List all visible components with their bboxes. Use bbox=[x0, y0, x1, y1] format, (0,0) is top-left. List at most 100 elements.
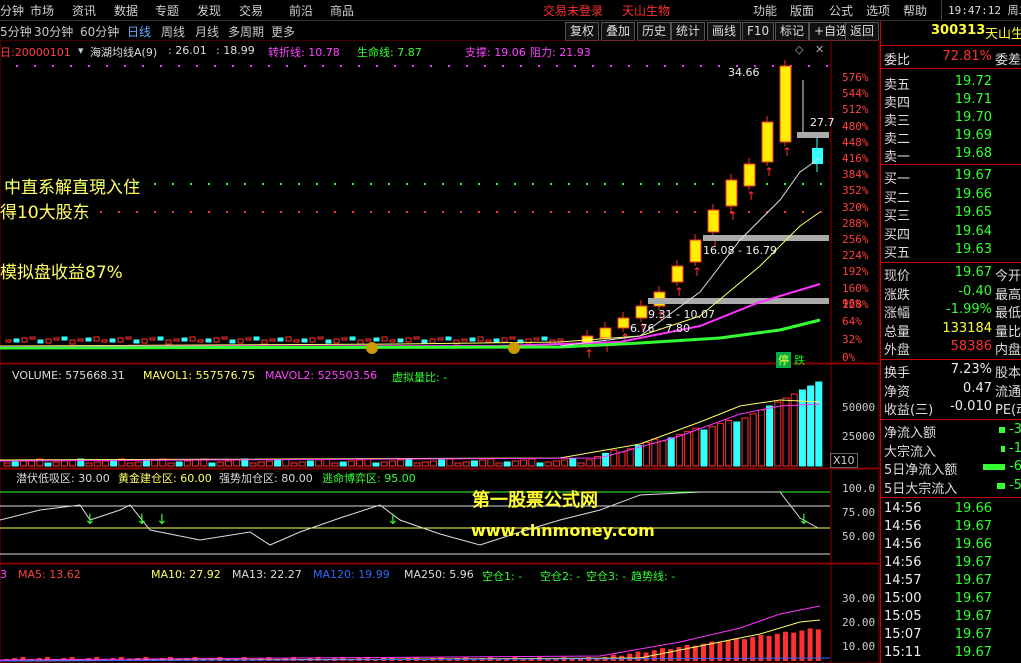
dot-red bbox=[388, 211, 390, 213]
stat-label: 涨跌 bbox=[884, 287, 911, 303]
period-more[interactable]: 更多 bbox=[271, 23, 295, 40]
dot-green bbox=[334, 183, 336, 185]
ma-ma120: MA120: 19.99 bbox=[313, 568, 390, 581]
menu-item-help[interactable]: 帮助 bbox=[903, 2, 927, 19]
volume-bar bbox=[134, 461, 142, 467]
dot-red bbox=[154, 211, 156, 213]
axis-label-512: 512% bbox=[842, 103, 869, 117]
volume-bar bbox=[741, 417, 749, 467]
fuquan-button[interactable]: 复权 bbox=[565, 22, 600, 41]
vol-axis-25000: 25000 bbox=[842, 430, 876, 443]
menu-item-market[interactable]: 市场 bbox=[30, 2, 54, 19]
menu-item-news[interactable]: 资讯 bbox=[72, 2, 96, 19]
menu-item-options[interactable]: 选项 bbox=[866, 2, 890, 19]
period-5min[interactable]: 5分钟 bbox=[0, 23, 32, 40]
menu-item-goods[interactable]: 商品 bbox=[330, 2, 354, 19]
menu-item-data[interactable]: 数据 bbox=[114, 2, 138, 19]
label-zone3: 6.76 - 7.80 bbox=[630, 322, 690, 335]
period-multi[interactable]: 多周期 bbox=[228, 23, 264, 40]
dot-red bbox=[316, 211, 318, 213]
bid-row[interactable]: 买四 19.64 bbox=[881, 224, 1021, 243]
candle-up bbox=[743, 163, 756, 187]
flow-row: 5日净流入额 -6 bbox=[881, 459, 1021, 478]
osc-l1: 潜伏低吸区: 30.00 bbox=[16, 472, 110, 485]
history-button[interactable]: 历史 bbox=[637, 22, 672, 41]
dot-red bbox=[784, 211, 786, 213]
period-monthly[interactable]: 月线 bbox=[195, 23, 219, 40]
draw-button[interactable]: 画线 bbox=[707, 22, 742, 41]
f10-button[interactable]: F10 bbox=[742, 22, 775, 41]
ask-row[interactable]: 卖三 19.70 bbox=[881, 110, 1021, 129]
ask-row[interactable]: 卖二 19.69 bbox=[881, 128, 1021, 147]
quote-code[interactable]: 300313 bbox=[931, 23, 985, 38]
ask-row[interactable]: 卖四 19.71 bbox=[881, 92, 1021, 111]
stats-button[interactable]: 统计 bbox=[671, 22, 706, 41]
volume-bar bbox=[487, 458, 495, 467]
period-weekly[interactable]: 周线 bbox=[161, 23, 185, 40]
period-60min[interactable]: 60分钟 bbox=[80, 23, 119, 40]
ask-row[interactable]: 卖一 19.68 bbox=[881, 146, 1021, 165]
period-daily[interactable]: 日线 bbox=[127, 23, 151, 40]
mark-button[interactable]: 标记 bbox=[775, 22, 810, 41]
ind-v1: : 26.01 bbox=[168, 44, 207, 57]
ind-name[interactable]: 海湖均线A(9) bbox=[90, 44, 157, 60]
menu-item-frontier[interactable]: 前沿 bbox=[289, 2, 313, 19]
bid-price: 19.67 bbox=[954, 168, 992, 183]
flow-bar bbox=[999, 427, 1005, 433]
back-button[interactable]: 返回 bbox=[845, 22, 880, 41]
tick-row: 14:56 19.67 bbox=[881, 519, 1021, 537]
ask-price: 19.69 bbox=[954, 128, 992, 143]
divider bbox=[881, 45, 1021, 46]
volume-bar bbox=[503, 461, 511, 467]
candle bbox=[557, 338, 564, 342]
menu-item-topic[interactable]: 专题 bbox=[155, 2, 179, 19]
tick-price: 19.67 bbox=[954, 555, 992, 570]
dot-green bbox=[676, 183, 678, 185]
dot-red bbox=[658, 211, 660, 213]
ind-life: 生命线: 7.87 bbox=[357, 46, 422, 59]
candle bbox=[165, 339, 172, 345]
dot-green bbox=[586, 183, 588, 185]
period-30min[interactable]: 30分钟 bbox=[34, 23, 73, 40]
stat2-extra: 流通 bbox=[995, 384, 1021, 400]
stat-value: 19.67 bbox=[954, 265, 992, 280]
axis-label-192: 192% bbox=[842, 265, 869, 279]
bid-row[interactable]: 买二 19.66 bbox=[881, 187, 1021, 206]
volume-bar bbox=[126, 462, 134, 467]
bid-row[interactable]: 买一 19.67 bbox=[881, 168, 1021, 187]
axis-label-96: 96% bbox=[842, 297, 862, 310]
bid-row[interactable]: 买五 19.63 bbox=[881, 242, 1021, 261]
close-icon[interactable]: ✕ bbox=[815, 43, 824, 56]
bid-row[interactable]: 买三 19.65 bbox=[881, 205, 1021, 224]
dot-red bbox=[100, 211, 102, 213]
dot-red bbox=[244, 211, 246, 213]
candle bbox=[61, 336, 68, 341]
ind-turn: 转折线: 10.78 bbox=[268, 46, 340, 59]
menu-item-minute[interactable]: 分钟 bbox=[0, 2, 24, 19]
menu-item-trade[interactable]: 交易 bbox=[239, 2, 263, 19]
candle bbox=[413, 336, 420, 340]
login-status[interactable]: 交易未登录 bbox=[543, 2, 603, 19]
tick-row: 14:56 19.67 bbox=[881, 555, 1021, 573]
menu-item-layout[interactable]: 版面 bbox=[790, 2, 814, 19]
dot-red bbox=[676, 211, 678, 213]
stat-extra: 内盘 bbox=[995, 343, 1021, 358]
dot-magenta bbox=[196, 65, 198, 67]
label-zone1: 16.08 - 16.79 bbox=[703, 244, 777, 257]
dot-magenta bbox=[574, 65, 576, 67]
menu-item-formula[interactable]: 公式 bbox=[829, 2, 853, 19]
ask-row[interactable]: 卖五 19.72 bbox=[881, 74, 1021, 93]
volume-bar bbox=[438, 459, 446, 467]
volume-bar bbox=[757, 409, 765, 467]
overlay-button[interactable]: 叠加 bbox=[601, 22, 636, 41]
dot-red bbox=[478, 211, 480, 213]
menu-item-function[interactable]: 功能 bbox=[753, 2, 777, 19]
dot-red bbox=[190, 211, 192, 213]
sell-arrow-icon: ↓ bbox=[387, 512, 399, 528]
dot-magenta bbox=[610, 65, 612, 67]
stat-extra: 量比 bbox=[995, 324, 1021, 340]
volume-bar bbox=[716, 423, 724, 467]
candle bbox=[261, 339, 268, 345]
diamond-icon[interactable]: ◇ bbox=[795, 43, 803, 56]
menu-item-discover[interactable]: 发现 bbox=[197, 2, 221, 19]
